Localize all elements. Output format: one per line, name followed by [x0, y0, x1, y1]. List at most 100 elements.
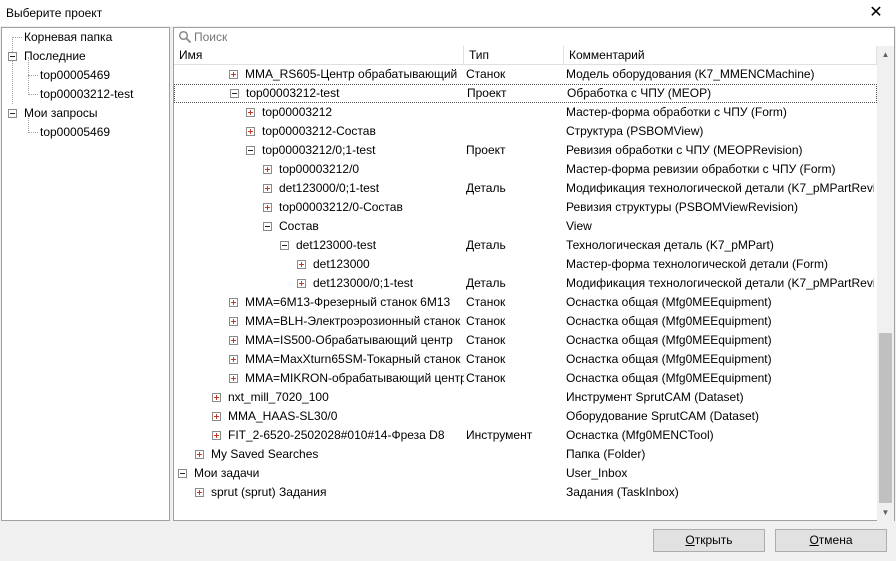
column-comment-header[interactable]: Комментарий [564, 46, 877, 65]
column-name-header[interactable]: Имя [174, 46, 464, 65]
row-type: Проект [467, 86, 507, 100]
expand-icon[interactable] [263, 184, 272, 193]
table-row[interactable]: Состав View [174, 217, 877, 236]
scroll-up-icon[interactable]: ▲ [877, 46, 894, 63]
row-comment: Технологическая деталь (K7_pMPart) [566, 238, 774, 252]
expand-icon[interactable] [229, 336, 238, 345]
row-type: Деталь [466, 276, 506, 290]
table-row[interactable]: MMA=IS500-Обрабатывающий центр Станок Осна… [174, 331, 877, 350]
table-row[interactable]: det123000 Мастер-форма технологической де… [174, 255, 877, 274]
expand-icon[interactable] [229, 374, 238, 383]
collapse-icon[interactable] [230, 89, 239, 98]
expand-icon[interactable] [195, 488, 204, 497]
tree-connector [12, 56, 13, 104]
row-comment: Папка (Folder) [566, 447, 646, 461]
row-name: top00003212/0 [279, 162, 360, 176]
row-name: top00003212-Состав [262, 124, 376, 138]
table-row[interactable]: MMA=6M13-Фрезерный станок 6M13 Станок Осна… [174, 293, 877, 312]
row-name: MMA=BLH-Электроэрозионный станок [245, 314, 461, 328]
expand-icon[interactable] [263, 165, 272, 174]
table-row[interactable]: det123000/0;1-test Деталь Модификация техн… [174, 179, 877, 198]
table-row[interactable]: MMA_HAAS-SL30/0 Оборудование SprutCAM (Da… [174, 407, 877, 426]
row-name: My Saved Searches [211, 447, 319, 461]
table-row[interactable]: MMA=BLH-Электроэрозионный станок Станок Ос… [174, 312, 877, 331]
expand-icon[interactable] [246, 127, 255, 136]
left-tree-item[interactable]: top00005469 [40, 123, 110, 142]
table-row[interactable]: det123000/0;1-test Деталь Модификация техн… [174, 274, 877, 293]
table-row[interactable]: top00003212-Состав Структура (PSBOMView) [174, 122, 877, 141]
tree-connector [28, 132, 38, 133]
expand-icon[interactable] [212, 412, 221, 421]
left-tree-item[interactable]: Мои запросы [24, 104, 98, 123]
search-bar [174, 28, 894, 46]
table-row[interactable]: Мои задачи User_Inbox [174, 464, 877, 483]
row-name: nxt_mill_7020_100 [228, 390, 329, 404]
row-name: MMA=6M13-Фрезерный станок 6M13 [245, 295, 451, 309]
expand-icon[interactable] [229, 70, 238, 79]
scroll-thumb[interactable] [879, 333, 892, 503]
table-row-selected[interactable]: top00003212-test Проект Обработка с ЧПУ (M… [174, 84, 877, 103]
collapse-icon[interactable] [280, 241, 289, 250]
row-type [466, 160, 562, 179]
search-input[interactable] [194, 29, 884, 45]
row-comment: Оснастка общая (Mfg0MEEquipment) [566, 352, 772, 366]
row-type: Деталь [466, 238, 506, 252]
row-comment: Структура (PSBOMView) [566, 124, 704, 138]
row-comment: Оснастка общая (Mfg0MEEquipment) [566, 295, 772, 309]
row-name: top00003212-test [246, 86, 340, 100]
row-name: FIT_2-6520-2502028#010#14-Фреза D8 [228, 428, 445, 442]
cancel-button[interactable]: Отмена [775, 529, 887, 552]
row-type: Станок [466, 295, 506, 309]
table-row[interactable]: MMA=MaxXturn65SM-Токарный станок Станок Ос… [174, 350, 877, 369]
table-row[interactable]: My Saved Searches Папка (Folder) [174, 445, 877, 464]
open-button[interactable]: Открыть [653, 529, 765, 552]
expand-icon[interactable] [212, 431, 221, 440]
row-name: top00003212 [262, 105, 333, 119]
table-row[interactable]: MMA=MIKRON-обрабатывающий центр Станок Осн… [174, 369, 877, 388]
expand-icon[interactable] [229, 317, 238, 326]
table-row[interactable]: sprut (sprut) Задания Задания (TaskInbox) [174, 483, 877, 502]
table-row[interactable]: top00003212/0;1-test Проект Ревизия обрабо… [174, 141, 877, 160]
tree-connector [28, 94, 38, 95]
row-type [466, 255, 562, 274]
expand-icon[interactable] [297, 260, 306, 269]
table-row[interactable]: top00003212/0 Мастер-форма ревизии обрабо… [174, 160, 877, 179]
tree-connector [12, 37, 22, 38]
table-row[interactable]: det123000-test Деталь Технологическая дета… [174, 236, 877, 255]
expand-icon[interactable] [263, 203, 272, 212]
expand-icon[interactable] [195, 450, 204, 459]
expand-icon[interactable] [246, 108, 255, 117]
collapse-icon[interactable] [246, 146, 255, 155]
expand-icon[interactable] [297, 279, 306, 288]
collapse-icon[interactable] [8, 109, 17, 118]
row-name: det123000 [313, 257, 370, 271]
vertical-scrollbar[interactable]: ▲ ▼ [877, 46, 894, 521]
collapse-icon[interactable] [8, 52, 17, 61]
row-type: Станок [466, 67, 506, 81]
column-type-header[interactable]: Тип [464, 46, 564, 65]
left-tree-item[interactable]: top00005469 [40, 66, 110, 85]
collapse-icon[interactable] [178, 469, 187, 478]
expand-icon[interactable] [229, 298, 238, 307]
expand-icon[interactable] [229, 355, 238, 364]
table-row[interactable]: top00003212/0-Состав Ревизия структуры (P… [174, 198, 877, 217]
row-type: Станок [466, 333, 506, 347]
row-comment: Оснастка общая (Mfg0MEEquipment) [566, 333, 772, 347]
table-row[interactable]: MMA_RS605-Центр обрабатывающий Станок Моде… [174, 65, 877, 84]
left-tree-item[interactable]: Корневая папка [24, 28, 112, 47]
left-navigation-tree: Корневая папка Последние top00005469 top000… [1, 27, 170, 521]
row-type: Проект [466, 143, 506, 157]
table-row[interactable]: FIT_2-6520-2502028#010#14-Фреза D8 Инстру… [174, 426, 877, 445]
left-tree-item[interactable]: Последние [24, 47, 86, 66]
table-row[interactable]: nxt_mill_7020_100 Инструмент SprutCAM (Da… [174, 388, 877, 407]
row-comment: View [566, 219, 592, 233]
close-icon[interactable]: ✕ [866, 3, 886, 23]
table-row[interactable]: top00003212 Мастер-форма обработки с ЧПУ … [174, 103, 877, 122]
row-name: det123000/0;1-test [279, 181, 380, 195]
row-type: Станок [466, 371, 506, 385]
row-name: MMA=MaxXturn65SM-Токарный станок [245, 352, 461, 366]
expand-icon[interactable] [212, 393, 221, 402]
collapse-icon[interactable] [263, 222, 272, 231]
scroll-down-icon[interactable]: ▼ [877, 504, 894, 521]
left-tree-item[interactable]: top00003212-test [40, 85, 133, 104]
